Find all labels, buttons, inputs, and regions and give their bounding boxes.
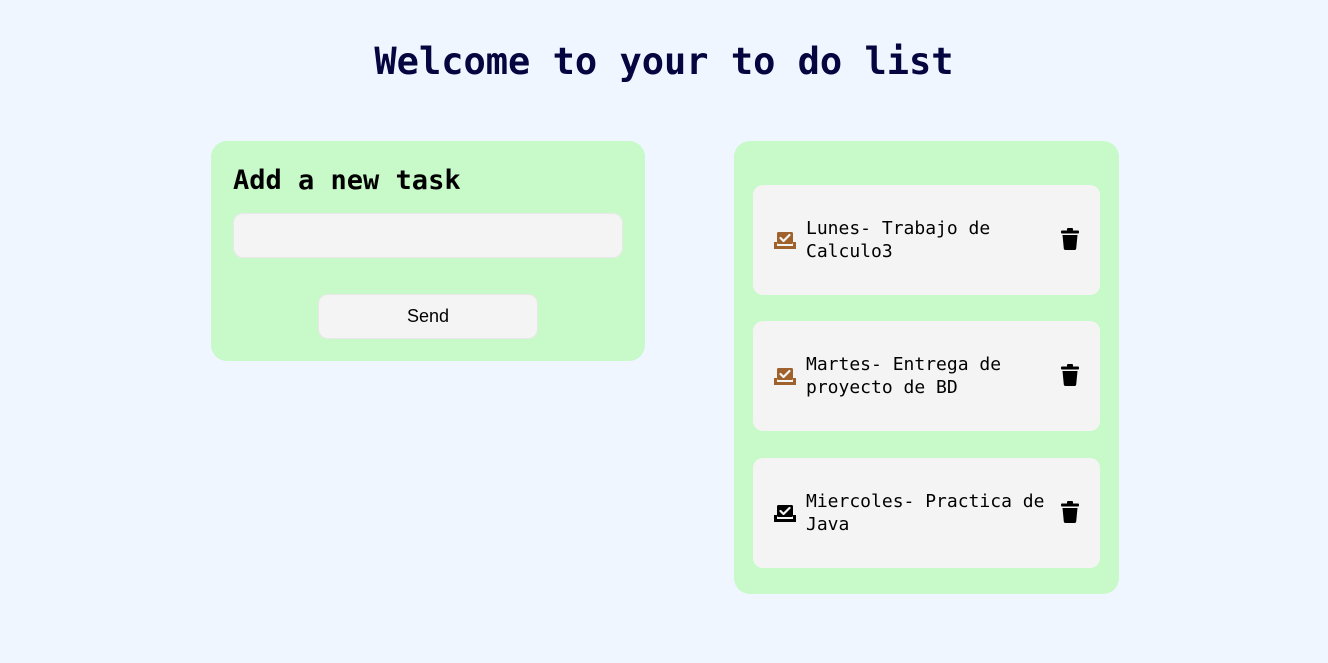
send-button[interactable]: Send [318,294,538,339]
trash-icon[interactable] [1061,364,1079,386]
task-text: Martes- Entrega de proyecto de BD [806,354,1002,398]
task-item: Miercoles- Practica de Java [753,458,1100,568]
inbox-check-icon[interactable] [774,366,796,386]
task-list-panel: Lunes- Trabajo de Calculo3 Martes- Entre… [734,141,1119,594]
trash-icon[interactable] [1061,228,1079,250]
add-task-panel: Add a new task Send [211,141,645,361]
task-input[interactable] [233,213,623,258]
task-text: Miercoles- Practica de Java [806,491,1045,535]
page-title: Welcome to your to do list [374,40,954,83]
add-task-heading: Add a new task [233,165,461,196]
task-item: Lunes- Trabajo de Calculo3 [753,185,1100,295]
inbox-check-icon[interactable] [774,230,796,250]
inbox-check-icon[interactable] [774,503,796,523]
task-item: Martes- Entrega de proyecto de BD [753,321,1100,431]
task-text: Lunes- Trabajo de Calculo3 [806,218,991,262]
trash-icon[interactable] [1061,501,1079,523]
